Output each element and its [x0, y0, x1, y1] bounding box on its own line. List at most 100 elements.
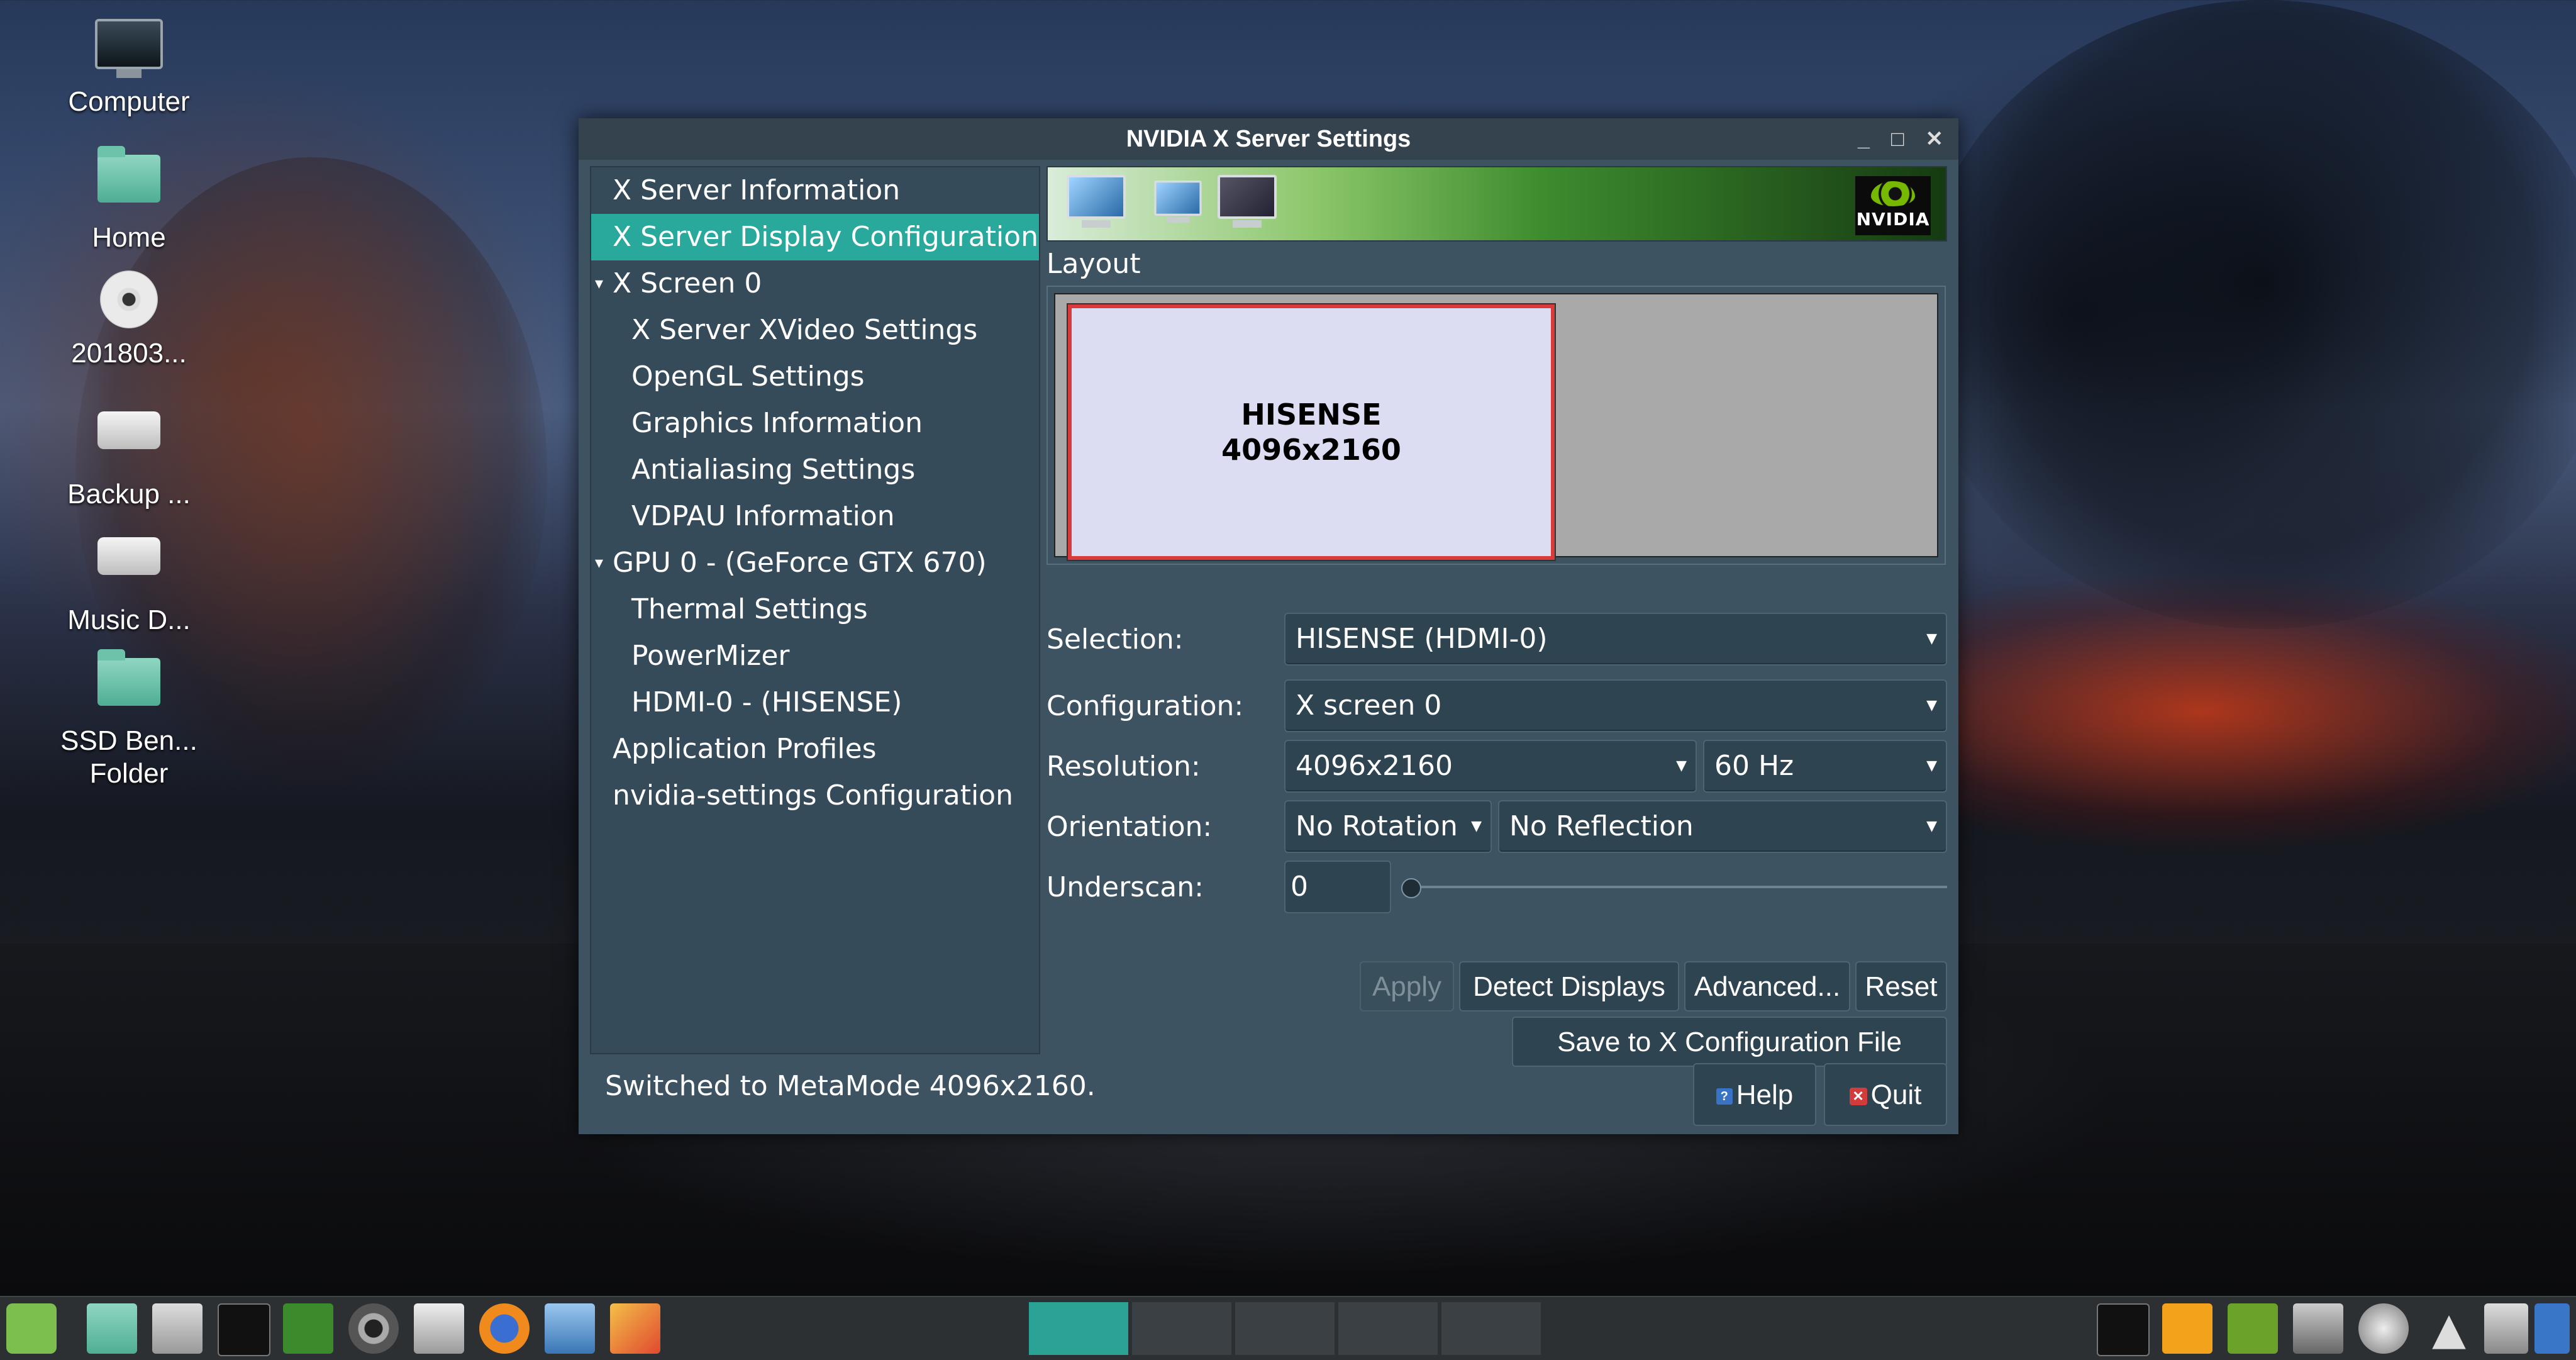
- advanced-button[interactable]: Advanced...: [1684, 961, 1850, 1012]
- mail-icon[interactable]: [545, 1303, 595, 1354]
- terminal-icon[interactable]: [2097, 1303, 2150, 1356]
- configuration-dropdown[interactable]: X screen 0 ▼: [1284, 679, 1947, 732]
- camera-icon[interactable]: [348, 1303, 399, 1354]
- desktop-icon-label: Music D...: [67, 605, 191, 635]
- desktop-icon-music[interactable]: Music D...: [38, 522, 220, 637]
- nav-item-graphics-information[interactable]: Graphics Information: [591, 400, 1039, 447]
- resolution-dropdown[interactable]: 4096x2160 ▼: [1284, 740, 1697, 793]
- taskbar-window[interactable]: [1441, 1302, 1541, 1355]
- display-resolution: 4096x2160: [1221, 433, 1401, 467]
- help-button[interactable]: ? Help: [1693, 1063, 1816, 1126]
- bing-icon[interactable]: [2162, 1303, 2212, 1354]
- selection-label: Selection:: [1046, 623, 1184, 655]
- dropdown-caret-icon: ▼: [1471, 818, 1482, 834]
- mint-menu-icon[interactable]: [6, 1303, 57, 1354]
- desktop-icon-computer[interactable]: Computer: [38, 19, 220, 118]
- window-title: NVIDIA X Server Settings: [1126, 125, 1411, 152]
- nav-item-thermal-settings[interactable]: Thermal Settings: [591, 586, 1039, 633]
- banner: NVIDIA: [1046, 166, 1947, 242]
- nav-item-display-configuration[interactable]: X Server Display Configuration: [591, 214, 1039, 260]
- dropdown-caret-icon: ▼: [1676, 758, 1687, 774]
- gear-icon[interactable]: [2293, 1303, 2343, 1354]
- taskbar-window[interactable]: [1235, 1302, 1335, 1355]
- maximize-icon[interactable]: □: [1891, 127, 1904, 152]
- display-configuration-panel: NVIDIA Layout HISENSE 4096x2160 Selectio…: [1046, 166, 1947, 1067]
- nav-item-application-profiles[interactable]: Application Profiles: [591, 726, 1039, 772]
- nav-item-powermizer[interactable]: PowerMizer: [591, 633, 1039, 679]
- nav-item-x-server-information[interactable]: X Server Information: [591, 167, 1039, 214]
- taskbar: ▲: [0, 1296, 2576, 1360]
- dropdown-caret-icon: ▼: [1926, 758, 1937, 774]
- tree-right: [1918, 0, 2576, 629]
- window-titlebar[interactable]: NVIDIA X Server Settings _ □ ✕: [579, 118, 1958, 160]
- rotation-dropdown[interactable]: No Rotation ▼: [1284, 800, 1492, 853]
- desktop-icon-home[interactable]: Home: [38, 145, 220, 254]
- selection-row: Selection: HISENSE (HDMI-0) ▼: [1046, 613, 1947, 666]
- taskbar-window[interactable]: [1132, 1302, 1231, 1355]
- tool-icon[interactable]: [152, 1303, 203, 1354]
- close-icon[interactable]: ✕: [1926, 126, 1944, 152]
- nav-item-vdpau-information[interactable]: VDPAU Information: [591, 493, 1039, 540]
- detect-displays-button[interactable]: Detect Displays: [1459, 961, 1679, 1012]
- nav-item-x-screen-0[interactable]: ▾ X Screen 0: [591, 260, 1039, 307]
- help-icon: ?: [1716, 1088, 1733, 1105]
- underscan-slider-track[interactable]: [1410, 886, 1947, 888]
- desktop-icon-label: Home: [92, 222, 166, 253]
- settings-tool-icon[interactable]: [414, 1303, 464, 1354]
- nvidia-logo-icon: NVIDIA: [1855, 176, 1931, 235]
- home-folder-icon: [94, 146, 164, 218]
- drive-icon: [94, 537, 164, 600]
- computer-icon: [94, 19, 164, 82]
- nav-item-opengl-settings[interactable]: OpenGL Settings: [591, 354, 1039, 400]
- desktop-icon-label: Backup ...: [67, 479, 191, 510]
- display-hisense[interactable]: HISENSE 4096x2160: [1067, 303, 1556, 561]
- underscan-slider-handle[interactable]: [1401, 878, 1421, 898]
- desktop-icon-label: SSD Ben... Folder: [60, 725, 197, 789]
- shield-icon[interactable]: [2534, 1303, 2570, 1354]
- nav-item-gpu-0[interactable]: ▾ GPU 0 - (GeForce GTX 670): [591, 540, 1039, 586]
- nav-item-nvidia-settings-configuration[interactable]: nvidia-settings Configuration: [591, 772, 1039, 819]
- desktop-icon-dvd[interactable]: 201803...: [38, 270, 220, 370]
- firefox-icon[interactable]: [479, 1303, 530, 1354]
- monitor-icon: [1218, 175, 1277, 231]
- upload-arrow-icon[interactable]: ▲: [2424, 1303, 2474, 1354]
- reflection-dropdown[interactable]: No Reflection ▼: [1498, 800, 1947, 853]
- underscan-input[interactable]: 0: [1284, 861, 1391, 913]
- quit-button[interactable]: ✕ Quit: [1824, 1063, 1947, 1126]
- desktop-icon-backup[interactable]: Backup ...: [38, 396, 220, 511]
- desktop-icon-label: Computer: [68, 86, 190, 117]
- window-controls: _ □ ✕: [1858, 118, 1943, 160]
- nvidia-tray-icon[interactable]: [2228, 1303, 2278, 1354]
- reset-button[interactable]: Reset: [1855, 961, 1947, 1012]
- terminal-icon[interactable]: [218, 1303, 270, 1356]
- dvd-icon: [94, 270, 164, 333]
- drive-icon: [94, 411, 164, 474]
- globe-icon[interactable]: [2358, 1303, 2409, 1354]
- nav-item-hdmi-0[interactable]: HDMI-0 - (HISENSE): [591, 679, 1039, 726]
- quit-icon: ✕: [1849, 1088, 1867, 1106]
- nav-item-xvideo-settings[interactable]: X Server XVideo Settings: [591, 307, 1039, 354]
- nvidia-settings-window: NVIDIA X Server Settings _ □ ✕ X Server …: [579, 118, 1958, 1134]
- configuration-row: Configuration: X screen 0 ▼: [1046, 679, 1947, 732]
- configuration-label: Configuration:: [1046, 689, 1244, 722]
- taskbar-window-nvidia-settings[interactable]: [1029, 1302, 1128, 1355]
- folder-icon: [94, 649, 164, 721]
- underscan-label: Underscan:: [1046, 871, 1204, 903]
- media-player-icon[interactable]: [2484, 1303, 2528, 1354]
- desktop-icon-ssd-folder[interactable]: SSD Ben... Folder: [38, 648, 220, 790]
- save-config-button[interactable]: Save to X Configuration File: [1512, 1017, 1947, 1067]
- nav-item-antialiasing-settings[interactable]: Antialiasing Settings: [591, 447, 1039, 493]
- image-viewer-icon[interactable]: [610, 1303, 660, 1354]
- taskbar-window[interactable]: [1338, 1302, 1438, 1355]
- underscan-row: Underscan: 0: [1046, 861, 1947, 913]
- files-icon[interactable]: [87, 1303, 137, 1354]
- selection-dropdown[interactable]: HISENSE (HDMI-0) ▼: [1284, 613, 1947, 666]
- minimize-icon[interactable]: _: [1858, 127, 1870, 152]
- layout-canvas[interactable]: HISENSE 4096x2160: [1054, 293, 1938, 561]
- refresh-rate-dropdown[interactable]: 60 Hz ▼: [1703, 740, 1947, 793]
- expand-arrow-icon[interactable]: ▾: [595, 540, 603, 586]
- resolution-label: Resolution:: [1046, 750, 1201, 783]
- system-monitor-icon[interactable]: [283, 1303, 333, 1354]
- apply-button[interactable]: Apply: [1360, 961, 1454, 1012]
- expand-arrow-icon[interactable]: ▾: [595, 260, 603, 307]
